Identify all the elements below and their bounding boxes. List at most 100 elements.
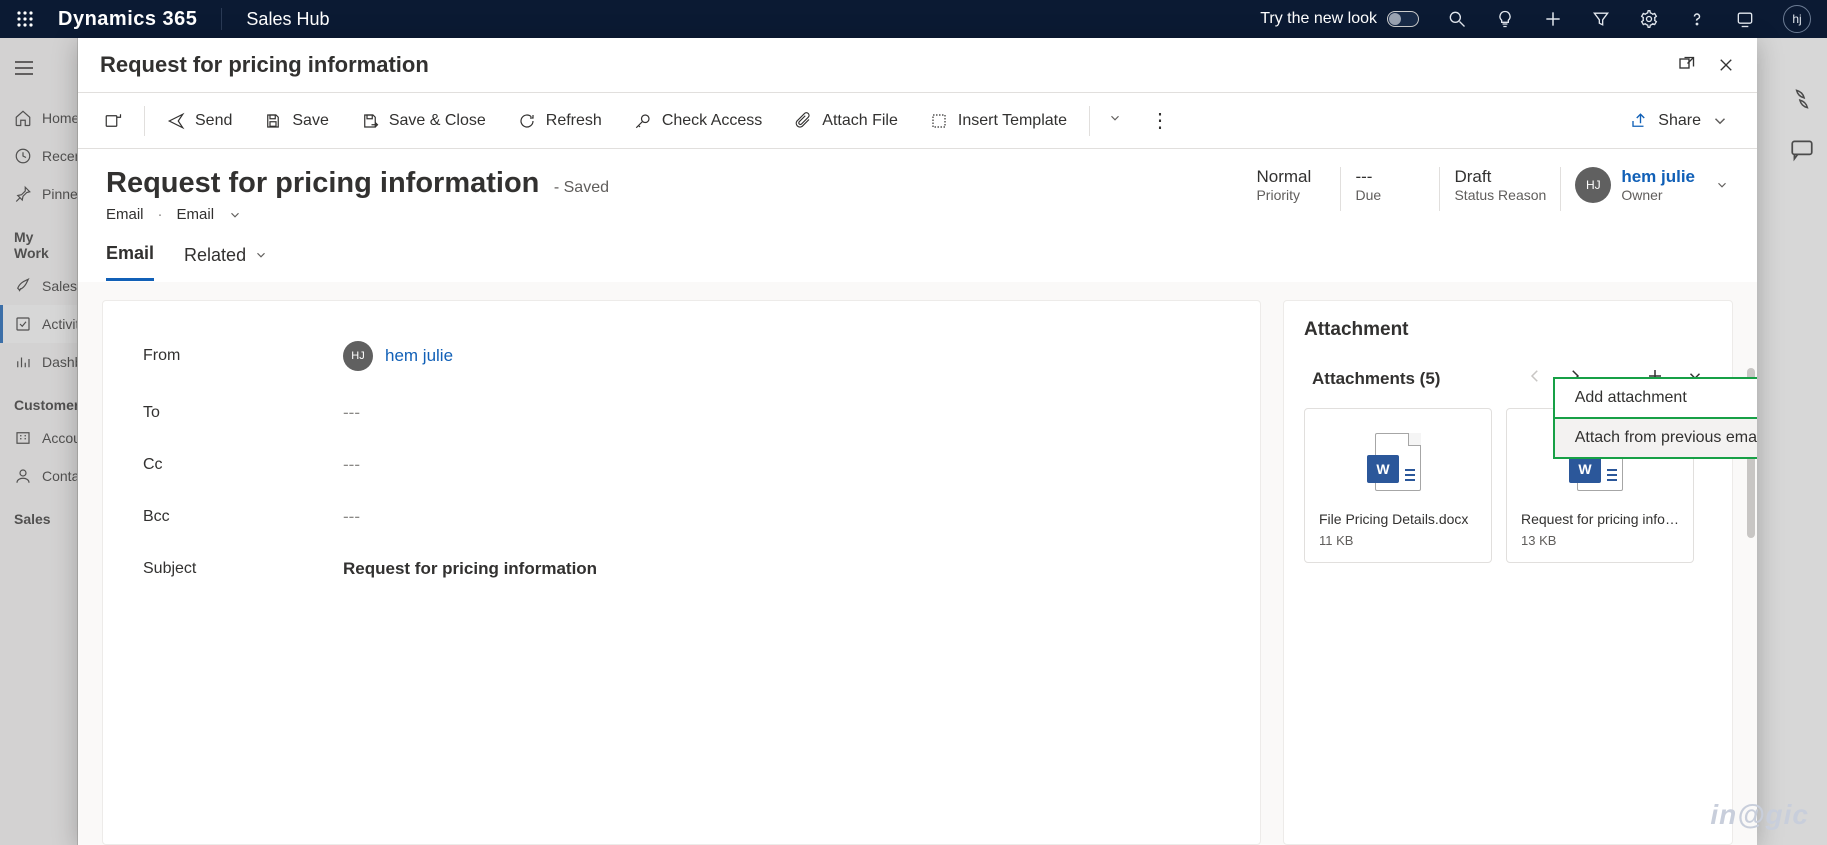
nav-sales-accelerator[interactable]: Sales: [0, 267, 77, 305]
attachment-size: 13 KB: [1521, 533, 1556, 548]
cc-label: Cc: [143, 456, 343, 474]
form-tabs: Email Related: [78, 227, 1757, 282]
bcc-label: Bcc: [143, 508, 343, 526]
command-bar: Send Save Save & Close Refresh Check Acc…: [78, 93, 1757, 149]
nav-dashboards[interactable]: Dashboards: [0, 343, 77, 381]
refresh-button[interactable]: Refresh: [504, 104, 616, 138]
from-row[interactable]: From HJ hem julie: [143, 325, 1220, 387]
record-title: Request for pricing information: [106, 167, 539, 199]
save-close-label: Save & Close: [389, 112, 486, 130]
separator: [1560, 167, 1561, 211]
cc-value[interactable]: ---: [343, 455, 360, 475]
check-access-button[interactable]: Check Access: [620, 104, 776, 138]
nav-label: Activities: [42, 316, 78, 332]
attachment-size: 11 KB: [1319, 533, 1353, 548]
owner-avatar: HJ: [1575, 167, 1611, 203]
due-label: Due: [1355, 187, 1425, 203]
save-button[interactable]: Save: [250, 104, 342, 138]
email-form-dialog: Request for pricing information Send Sav…: [78, 38, 1757, 845]
assistant-icon[interactable]: [1735, 9, 1755, 29]
nav-accounts[interactable]: Accounts: [0, 419, 77, 457]
lightbulb-icon[interactable]: [1495, 9, 1515, 29]
attachment-card[interactable]: W File Pricing Details.docx 11 KB: [1304, 408, 1492, 563]
subject-row[interactable]: Subject Request for pricing information: [143, 543, 1220, 595]
copilot-icon[interactable]: [1789, 86, 1815, 112]
chevron-down-icon[interactable]: [228, 208, 242, 222]
save-close-button[interactable]: Save & Close: [347, 104, 500, 138]
separator: [144, 106, 145, 136]
chat-icon[interactable]: [1789, 136, 1815, 162]
status-value: Draft: [1454, 167, 1546, 187]
menu-add-attachment[interactable]: Add attachment: [1553, 377, 1757, 419]
cc-row[interactable]: Cc ---: [143, 439, 1220, 491]
help-icon[interactable]: [1687, 9, 1707, 29]
overflow-button[interactable]: ⋮: [1140, 104, 1182, 137]
attach-file-button[interactable]: Attach File: [780, 104, 912, 138]
to-value[interactable]: ---: [343, 403, 360, 423]
word-file-icon: W: [1375, 433, 1421, 491]
from-label: From: [143, 347, 343, 365]
from-value[interactable]: HJ hem julie: [343, 341, 453, 371]
bcc-row[interactable]: Bcc ---: [143, 491, 1220, 543]
nav-label: Sales: [42, 278, 77, 294]
nav-contacts[interactable]: Contacts: [0, 457, 77, 495]
owner-field[interactable]: HJ hem julie Owner: [1575, 167, 1729, 203]
app-launcher-icon[interactable]: [16, 10, 34, 28]
check-access-label: Check Access: [662, 112, 762, 130]
insert-template-label: Insert Template: [958, 112, 1067, 130]
entity-label: Email: [106, 206, 144, 223]
toggle-off-icon[interactable]: [1387, 11, 1419, 27]
chevron-down-icon[interactable]: [1715, 178, 1729, 192]
nav-section-customers: Customers: [0, 381, 77, 419]
nav-activities[interactable]: Activities: [0, 305, 77, 343]
share-button[interactable]: Share: [1614, 104, 1745, 138]
due-value: ---: [1355, 167, 1425, 187]
try-new-look-label: Try the new look: [1260, 10, 1377, 28]
refresh-label: Refresh: [546, 112, 602, 130]
save-label: Save: [292, 112, 328, 130]
site-nav: Home Recent Pinned My Work Sales Activit…: [0, 38, 78, 845]
priority-field[interactable]: Normal Priority: [1256, 167, 1326, 203]
insert-template-button[interactable]: Insert Template: [916, 104, 1081, 138]
due-field[interactable]: --- Due: [1355, 167, 1425, 203]
tab-email[interactable]: Email: [106, 235, 154, 281]
send-button[interactable]: Send: [153, 104, 246, 138]
owner-label: Owner: [1621, 187, 1695, 203]
dialog-title: Request for pricing information: [100, 52, 1677, 78]
menu-attach-previous-label: Attach from previous email: [1575, 429, 1757, 447]
brand-label: Dynamics 365: [58, 8, 197, 31]
plus-icon[interactable]: [1543, 9, 1563, 29]
nav-recent[interactable]: Recent: [0, 137, 77, 175]
subject-value[interactable]: Request for pricing information: [343, 559, 597, 579]
status-field[interactable]: Draft Status Reason: [1454, 167, 1546, 203]
nav-label: Contacts: [42, 468, 78, 484]
try-new-look-toggle[interactable]: Try the new look: [1260, 10, 1419, 28]
close-icon[interactable]: [1717, 56, 1735, 74]
nav-label: Accounts: [42, 430, 78, 446]
menu-toggle[interactable]: [0, 50, 77, 89]
nav-label: Dashboards: [42, 354, 78, 370]
from-name: hem julie: [385, 346, 453, 366]
more-commands-chevron[interactable]: [1098, 103, 1132, 138]
share-label: Share: [1658, 112, 1701, 130]
popout-icon[interactable]: [1677, 56, 1695, 74]
form-selector[interactable]: Email: [177, 206, 215, 223]
tab-related[interactable]: Related: [184, 235, 268, 281]
go-back-button[interactable]: [90, 104, 136, 138]
saved-indicator: - Saved: [554, 179, 609, 196]
record-header: Request for pricing information - Saved …: [78, 149, 1757, 227]
nav-section-sales: Sales: [0, 495, 77, 533]
subject-label: Subject: [143, 560, 343, 578]
filter-icon[interactable]: [1591, 9, 1611, 29]
separator: [1089, 106, 1090, 136]
send-label: Send: [195, 112, 232, 130]
menu-attach-previous-email[interactable]: Attach from previous email ⌖: [1553, 417, 1757, 459]
settings-icon[interactable]: [1639, 9, 1659, 29]
bcc-value[interactable]: ---: [343, 507, 360, 527]
nav-home[interactable]: Home: [0, 99, 77, 137]
user-avatar[interactable]: hj: [1783, 5, 1811, 33]
app-name[interactable]: Sales Hub: [246, 9, 329, 30]
nav-pinned[interactable]: Pinned: [0, 175, 77, 213]
search-icon[interactable]: [1447, 9, 1467, 29]
to-row[interactable]: To ---: [143, 387, 1220, 439]
